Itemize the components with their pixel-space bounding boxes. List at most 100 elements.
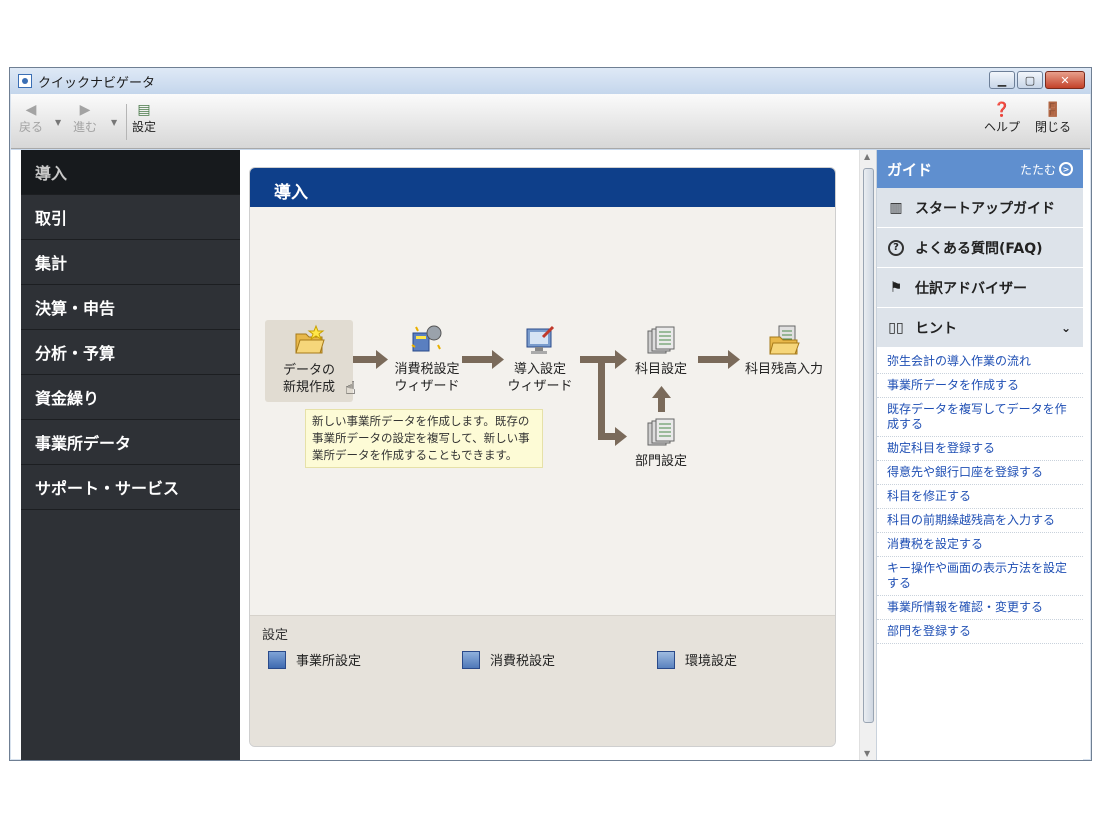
arrow-dept-to-account <box>658 398 665 412</box>
hint-link[interactable]: キー操作や画面の表示方法を設定する <box>877 557 1083 596</box>
collapse-button[interactable]: たたむ > <box>1020 161 1073 178</box>
close-door-icon: 🚪 <box>1044 102 1062 118</box>
nav-item-office-data[interactable]: 事業所データ <box>21 420 240 465</box>
setup-wizard-node[interactable]: 導入設定 ウィザード <box>500 323 580 395</box>
nav-item-introduction[interactable]: 導入 <box>21 150 240 195</box>
advisor-link[interactable]: ⚑ 仕訳アドバイザー <box>877 268 1083 308</box>
hand-cursor-icon: ☝ <box>345 378 356 399</box>
startup-guide-link[interactable]: ▥ スタートアップガイド <box>877 188 1083 228</box>
toolbar-separator <box>126 104 127 140</box>
left-nav: 導入 取引 集計 決算・申告 分析・予算 資金繰り 事業所データ サポート・サー… <box>21 150 240 760</box>
tax-setting-link[interactable]: 消費税設定 <box>462 650 555 669</box>
vertical-scrollbar[interactable]: ▲ ▼ <box>859 150 876 760</box>
hint-link[interactable]: 得意先や銀行口座を登録する <box>877 461 1083 485</box>
new-data-label-1: データの <box>282 363 335 378</box>
back-arrow-icon: ◀ <box>25 102 37 118</box>
map-icon: ▥ <box>889 199 903 216</box>
account-book-icon <box>647 326 675 354</box>
main-area: 導入 データの 新規作成 ☝ 消費税設定 ウィザード 導入設定 ウィザード 科目… <box>240 150 859 760</box>
balance-folder-icon <box>769 325 800 355</box>
minimize-button[interactable]: ▁ <box>989 71 1015 89</box>
window-controls: ▁ ▢ ✕ <box>989 71 1085 89</box>
hint-section-header[interactable]: ▯▯ ヒント ⌄ <box>877 308 1083 348</box>
window-title: クイックナビゲータ <box>38 75 156 91</box>
advisor-label: 仕訳アドバイザー <box>915 280 1027 297</box>
maximize-button[interactable]: ▢ <box>1017 71 1043 89</box>
toolbar: ◀ 戻る ▼ ▶ 進む ▼ ▤ 設定 ❓ ヘルプ 🚪 閉じる <box>11 94 1090 149</box>
startup-guide-label: スタートアップガイド <box>915 200 1055 217</box>
forward-button[interactable]: ▶ 進む <box>73 102 97 135</box>
account-balance-node[interactable]: 科目残高入力 <box>738 323 830 378</box>
guide-title: ガイド <box>887 160 933 179</box>
guide-header: ガイド たたむ > <box>877 150 1083 188</box>
office-setting-label: 事業所設定 <box>296 654 362 669</box>
close-button[interactable]: 🚪 閉じる <box>1035 102 1071 135</box>
tax-setting-label: 消費税設定 <box>490 654 556 669</box>
intro-panel: 導入 データの 新規作成 ☝ 消費税設定 ウィザード 導入設定 ウィザード 科目… <box>249 167 836 747</box>
window-close-button[interactable]: ✕ <box>1045 71 1085 89</box>
nav-item-support[interactable]: サポート・サービス <box>21 465 240 510</box>
help-icon: ❓ <box>993 102 1011 118</box>
back-button[interactable]: ◀ 戻る <box>19 102 43 135</box>
title-bar[interactable]: クイックナビゲータ ▁ ▢ ✕ <box>10 68 1091 94</box>
forward-dropdown-icon[interactable]: ▼ <box>111 118 117 127</box>
nav-item-settlement[interactable]: 決算・申告 <box>21 285 240 330</box>
hint-label: ヒント <box>915 320 957 337</box>
forward-arrow-icon: ▶ <box>79 102 91 118</box>
collapse-chevron-icon: > <box>1059 162 1073 176</box>
settings-area: 設定 事業所設定 消費税設定 環境設定 <box>250 615 835 746</box>
help-button[interactable]: ❓ ヘルプ <box>984 102 1020 135</box>
back-label: 戻る <box>19 120 44 134</box>
setup-wizard-label-1: 導入設定 <box>513 362 566 377</box>
department-setting-label: 部門設定 <box>634 454 687 469</box>
department-setting-node[interactable]: 部門設定 <box>624 415 698 470</box>
new-data-label-2: 新規作成 <box>282 380 335 395</box>
settings-icon: ▤ <box>137 102 151 118</box>
guide-panel: ガイド たたむ > ▥ スタートアップガイド ? よくある質問(FAQ) ⚑ 仕… <box>876 150 1083 760</box>
nav-item-cashflow[interactable]: 資金繰り <box>21 375 240 420</box>
back-dropdown-icon[interactable]: ▼ <box>55 118 61 127</box>
faq-label: よくある質問(FAQ) <box>915 240 1043 257</box>
env-setting-link[interactable]: 環境設定 <box>657 650 737 669</box>
tax-wizard-label-1: 消費税設定 <box>394 362 460 377</box>
hint-link[interactable]: 弥生会計の導入作業の流れ <box>877 350 1083 374</box>
hint-link[interactable]: 部門を登録する <box>877 620 1083 644</box>
tax-setting-icon <box>462 650 480 669</box>
office-setting-link[interactable]: 事業所設定 <box>268 650 361 669</box>
new-data-node[interactable]: データの 新規作成 <box>265 320 353 402</box>
question-icon: ? <box>887 239 905 257</box>
app-window: クイックナビゲータ ▁ ▢ ✕ ◀ 戻る ▼ ▶ 進む ▼ ▤ 設定 ❓ ヘルプ… <box>9 67 1092 761</box>
arrow-account-to-balance <box>698 356 728 363</box>
hint-link[interactable]: 既存データを複写してデータを作成する <box>877 398 1083 437</box>
nav-item-totals[interactable]: 集計 <box>21 240 240 285</box>
account-setting-node[interactable]: 科目設定 <box>624 323 698 378</box>
new-folder-icon <box>295 324 325 354</box>
hint-link[interactable]: 消費税を設定する <box>877 533 1083 557</box>
settings-label: 設定 <box>132 120 157 134</box>
tax-wizard-icon <box>411 325 442 352</box>
account-setting-label: 科目設定 <box>634 362 687 377</box>
scroll-up-icon[interactable]: ▲ <box>864 152 870 161</box>
hint-link[interactable]: 事業所情報を確認・変更する <box>877 596 1083 620</box>
tax-wizard-node[interactable]: 消費税設定 ウィザード <box>382 323 472 395</box>
nav-item-transactions[interactable]: 取引 <box>21 195 240 240</box>
settings-button[interactable]: ▤ 設定 <box>132 102 156 135</box>
hint-list: 弥生会計の導入作業の流れ 事業所データを作成する 既存データを複写してデータを作… <box>877 348 1083 644</box>
account-balance-label: 科目残高入力 <box>744 362 823 377</box>
setup-wizard-icon <box>526 325 555 354</box>
setup-wizard-label-2: ウィザード <box>507 379 573 394</box>
tax-wizard-label-2: ウィザード <box>394 379 460 394</box>
hint-link[interactable]: 事業所データを作成する <box>877 374 1083 398</box>
app-icon <box>18 74 32 88</box>
scroll-down-icon[interactable]: ▼ <box>864 749 870 758</box>
office-setting-icon <box>268 650 286 669</box>
faq-link[interactable]: ? よくある質問(FAQ) <box>877 228 1083 268</box>
book-icon: ▯▯ <box>888 319 904 336</box>
hint-link[interactable]: 科目を修正する <box>877 485 1083 509</box>
scroll-thumb[interactable] <box>863 168 874 723</box>
forward-label: 進む <box>73 120 98 134</box>
hint-link[interactable]: 勘定科目を登録する <box>877 437 1083 461</box>
hint-link[interactable]: 科目の前期繰越残高を入力する <box>877 509 1083 533</box>
tooltip: 新しい事業所データを作成します。既存の事業所データの設定を複写して、新しい事業所… <box>305 409 543 468</box>
nav-item-analysis[interactable]: 分析・予算 <box>21 330 240 375</box>
